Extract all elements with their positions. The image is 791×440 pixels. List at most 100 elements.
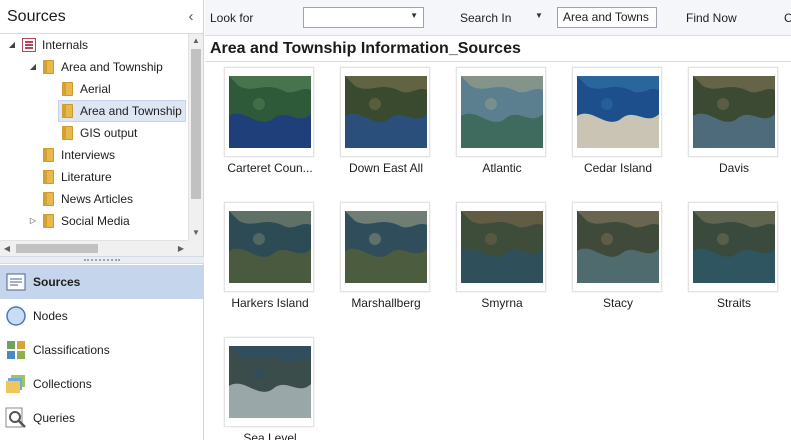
aerial-image [577, 76, 659, 148]
thumbnail-caption: Sea Level [243, 431, 297, 440]
splitter-grip-icon [84, 259, 120, 261]
search-in-button[interactable]: Search In [460, 11, 511, 25]
tree-item-label: GIS output [80, 126, 138, 140]
navigation-title: Sources [7, 8, 66, 25]
navigation-pane: Sources ‹ ◢ Internals ◢ Area and Township Ae… [0, 0, 204, 440]
thumbnail-caption: Down East All [348, 161, 424, 175]
nav-button-nodes[interactable]: Nodes [0, 299, 204, 333]
pane-splitter[interactable] [0, 256, 204, 264]
nodes-icon [5, 305, 27, 327]
tree-item[interactable]: Literature [0, 166, 188, 188]
folder-icon [43, 148, 54, 162]
content-title: Area and Township Information_Sources [210, 40, 521, 57]
tree-item[interactable]: Interviews [0, 144, 188, 166]
tree-item-label: Area and Township [61, 60, 163, 74]
tree-item[interactable]: News Articles [0, 188, 188, 210]
aerial-image [461, 76, 543, 148]
tree-vertical-scrollbar[interactable]: ▲ ▼ [188, 34, 203, 240]
scroll-up-arrow-icon[interactable]: ▲ [189, 34, 203, 48]
content-pane: Look for ▼ Search In ▼ Area and Towns Fi… [205, 0, 791, 440]
tree-item[interactable]: ◢ Area and Township [0, 56, 188, 78]
source-thumbnail-item[interactable]: Harkers Island [215, 202, 325, 322]
tree-item[interactable]: ◢ Internals [0, 34, 188, 56]
source-thumbnail-item[interactable]: Davis [679, 67, 789, 187]
find-now-button[interactable]: Find Now [686, 11, 737, 25]
thumbnail-frame [688, 202, 778, 292]
nav-button-queries[interactable]: Queries [0, 401, 204, 435]
aerial-image [345, 211, 427, 283]
thumbnail-frame [224, 202, 314, 292]
collapsed-arrow-icon[interactable]: ▷ [28, 210, 38, 232]
look-for-input[interactable]: ▼ [303, 7, 424, 28]
title-divider [205, 61, 791, 62]
expanded-arrow-icon[interactable]: ◢ [7, 34, 17, 56]
source-thumbnail-item[interactable]: Atlantic [447, 67, 557, 187]
tree-item[interactable]: ▷ Social Media [0, 210, 188, 232]
thumbnail-frame [572, 202, 662, 292]
source-thumbnail-item[interactable]: Marshallberg [331, 202, 441, 322]
find-bar: Look for ▼ Search In ▼ Area and Towns Fi… [205, 0, 791, 36]
queries-icon [5, 407, 27, 429]
look-for-label: Look for [210, 11, 254, 25]
thumbnail-caption: Straits [716, 296, 751, 310]
nav-button-collections[interactable]: Collections [0, 367, 204, 401]
thumbnail-caption: Atlantic [482, 161, 522, 175]
source-thumbnail-item[interactable]: Smyrna [447, 202, 557, 322]
scroll-down-arrow-icon[interactable]: ▼ [189, 226, 203, 240]
source-thumbnail-item[interactable]: Down East All [331, 67, 441, 187]
aerial-image [693, 76, 775, 148]
source-thumbnail-item[interactable]: Carteret Coun... [215, 67, 325, 187]
thumbnail-caption: Smyrna [481, 296, 523, 310]
internals-icon [22, 38, 36, 52]
aerial-image [693, 211, 775, 283]
folder-icon [62, 104, 73, 118]
thumbnail-frame [456, 67, 546, 157]
source-thumbnail-item[interactable]: Stacy [563, 202, 673, 322]
dropdown-arrow-icon[interactable]: ▼ [410, 11, 418, 20]
navigation-header: Sources ‹ [0, 0, 204, 34]
aerial-image [229, 346, 311, 418]
expanded-arrow-icon[interactable]: ◢ [28, 56, 38, 78]
aerial-image [229, 76, 311, 148]
tree-item-label: Area and Township [80, 104, 182, 118]
nav-button-label: Queries [33, 411, 76, 425]
nav-button-label: Sources [33, 275, 81, 289]
collapse-pane-button[interactable]: ‹ [184, 9, 198, 25]
thumbnail-caption: Davis [718, 161, 749, 175]
source-thumbnail-item[interactable]: Sea Level [215, 337, 325, 440]
app-window: Sources ‹ ◢ Internals ◢ Area and Township Ae… [0, 0, 791, 440]
scroll-thumb[interactable] [191, 49, 201, 199]
nav-button-classifications[interactable]: Classifications [0, 333, 204, 367]
nav-button-sources[interactable]: Sources [0, 265, 204, 299]
tree-item[interactable]: Aerial [0, 78, 188, 100]
folder-icon [43, 60, 54, 74]
source-thumbnail-item[interactable]: Straits [679, 202, 789, 322]
thumbnail-frame [340, 202, 430, 292]
folder-icon [43, 170, 54, 184]
aerial-image [461, 211, 543, 283]
collections-icon [5, 373, 27, 395]
source-thumbnail-item[interactable]: Cedar Island [563, 67, 673, 187]
tree-item[interactable]: GIS output [0, 122, 188, 144]
tree-horizontal-scrollbar[interactable]: ◀ ▶ [0, 240, 188, 256]
aerial-image [345, 76, 427, 148]
folder-icon [62, 82, 73, 96]
scroll-left-arrow-icon[interactable]: ◀ [0, 241, 14, 256]
thumbnail-caption: Stacy [602, 296, 633, 310]
search-in-dropdown-icon[interactable]: ▼ [535, 11, 543, 20]
tree-item-label: Social Media [61, 214, 130, 228]
scrollbar-corner [188, 240, 203, 256]
thumbnail-caption: Harkers Island [231, 296, 309, 310]
scroll-thumb-horizontal[interactable] [16, 244, 98, 253]
thumbnail-frame [340, 67, 430, 157]
clear-button[interactable]: C [784, 11, 791, 25]
aerial-image [229, 211, 311, 283]
search-in-field[interactable]: Area and Towns [557, 7, 657, 28]
nav-button-label: Classifications [33, 343, 110, 357]
thumbnail-caption: Carteret Coun... [227, 161, 313, 175]
tree-item[interactable]: Area and Township [0, 100, 188, 122]
tree-item-label: Aerial [80, 82, 111, 96]
scroll-right-arrow-icon[interactable]: ▶ [174, 241, 188, 256]
thumbnail-frame [456, 202, 546, 292]
thumbnail-frame [224, 337, 314, 427]
